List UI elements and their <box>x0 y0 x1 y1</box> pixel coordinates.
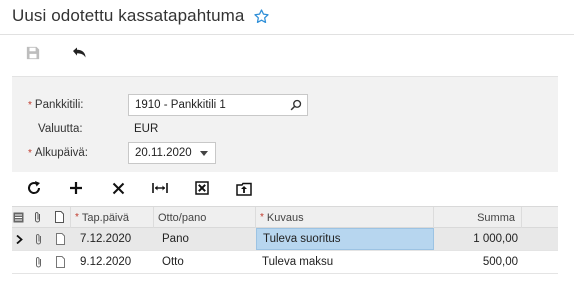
main-toolbar <box>22 42 90 64</box>
grid-header: * Tap.päivä Otto/pano * Kuvaus Summa <box>12 206 558 228</box>
current-row-arrow-icon <box>14 233 24 245</box>
required-marker: * <box>75 212 79 223</box>
upload-button[interactable] <box>234 178 254 198</box>
row-settings-icon[interactable] <box>13 211 24 223</box>
note-icon[interactable] <box>55 233 66 245</box>
delete-icon <box>112 182 124 194</box>
bank-account-value: 1910 - Pankkitili 1 <box>135 99 226 111</box>
cell-type[interactable]: Pano <box>156 228 256 250</box>
cell-date[interactable]: 9.12.2020 <box>74 251 154 273</box>
title-divider <box>0 34 574 35</box>
table-row[interactable]: 7.12.2020 Pano Tuleva suoritus 1 000,00 <box>12 228 558 251</box>
column-header-description[interactable]: * Kuvaus <box>256 207 434 228</box>
currency-value: EUR <box>134 123 159 135</box>
delete-row-button[interactable] <box>108 178 128 198</box>
paperclip-icon[interactable] <box>33 233 44 245</box>
start-date-field[interactable]: 20.11.2020 <box>128 142 216 164</box>
favorite-star-icon[interactable] <box>252 7 270 25</box>
required-marker: * <box>260 212 264 223</box>
grid-toolbar <box>12 174 558 202</box>
fit-columns-icon <box>152 183 168 193</box>
cell-type[interactable]: Otto <box>156 251 256 273</box>
note-header-icon <box>54 211 65 223</box>
undo-button[interactable] <box>68 42 90 64</box>
chevron-down-icon[interactable] <box>197 146 211 160</box>
cell-date[interactable]: 7.12.2020 <box>74 228 154 250</box>
save-button[interactable] <box>22 42 44 64</box>
add-icon <box>70 182 82 194</box>
upload-icon <box>236 182 252 196</box>
start-date-label: * Alkupäivä: <box>28 147 88 159</box>
cell-description[interactable]: Tuleva suoritus <box>256 228 434 250</box>
column-header-date[interactable]: * Tap.päivä <box>70 207 154 228</box>
paperclip-icon[interactable] <box>33 256 44 268</box>
save-icon <box>26 46 40 60</box>
required-marker: * <box>28 148 32 159</box>
search-icon[interactable] <box>289 98 303 112</box>
start-date-value: 20.11.2020 <box>135 147 192 159</box>
note-icon[interactable] <box>55 256 66 268</box>
filter-form: * Pankkitili: 1910 - Pankkitili 1 Valuutt… <box>12 76 558 172</box>
attachment-header-icon <box>32 211 43 223</box>
transactions-grid: * Tap.päivä Otto/pano * Kuvaus Summa 7.12.… <box>12 206 558 274</box>
cell-amount[interactable]: 500,00 <box>434 251 528 273</box>
column-header-type[interactable]: Otto/pano <box>154 207 256 228</box>
cell-description[interactable]: Tuleva maksu <box>256 251 434 273</box>
title-row: Uusi odotettu kassatapahtuma <box>12 4 270 28</box>
fit-columns-button[interactable] <box>150 178 170 198</box>
cell-amount[interactable]: 1 000,00 <box>434 228 528 250</box>
bank-account-label: * Pankkitili: <box>28 99 84 111</box>
undo-icon <box>73 47 86 58</box>
bank-account-field[interactable]: 1910 - Pankkitili 1 <box>128 94 308 116</box>
table-row[interactable]: 9.12.2020 Otto Tuleva maksu 500,00 <box>12 251 558 274</box>
refresh-icon <box>28 181 41 194</box>
add-row-button[interactable] <box>66 178 86 198</box>
refresh-button[interactable] <box>24 178 44 198</box>
column-header-amount[interactable]: Summa <box>434 207 522 228</box>
page-title: Uusi odotettu kassatapahtuma <box>12 6 245 25</box>
currency-label: Valuutta: <box>38 123 83 135</box>
clear-icon <box>195 181 209 195</box>
clear-button[interactable] <box>192 178 212 198</box>
required-marker: * <box>28 100 32 111</box>
